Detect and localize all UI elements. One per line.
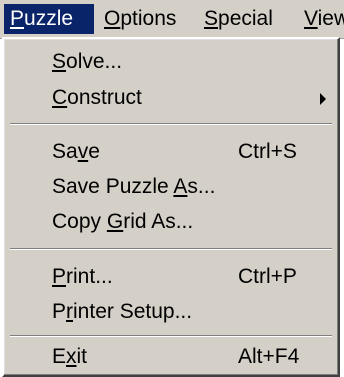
menu-item-shortcut: Ctrl+P bbox=[238, 265, 297, 288]
puzzle-dropdown-menu: Solve... Construct Save Ctrl+S Save Puzz… bbox=[2, 37, 340, 377]
menu-item-copy-grid-as[interactable]: Copy Grid As... bbox=[12, 205, 330, 239]
menu-special[interactable]: Special bbox=[198, 4, 294, 34]
menu-puzzle[interactable]: Puzzle bbox=[4, 4, 94, 34]
menu-item-construct[interactable]: Construct bbox=[12, 81, 330, 115]
menu-separator bbox=[10, 335, 332, 337]
menu-separator bbox=[10, 248, 332, 250]
menu-item-shortcut: Alt+F4 bbox=[238, 345, 300, 368]
menu-item-label: Print... bbox=[52, 265, 113, 288]
menu-item-label: Exit bbox=[52, 345, 88, 368]
menu-item-label: Construct bbox=[52, 86, 142, 109]
menu-item-label: Save bbox=[52, 140, 100, 163]
submenu-arrow-icon bbox=[320, 93, 326, 105]
menu-item-save[interactable]: Save Ctrl+S bbox=[12, 135, 330, 169]
menu-item-solve[interactable]: Solve... bbox=[12, 45, 330, 79]
menu-options[interactable]: Options bbox=[98, 4, 194, 34]
menu-item-label: Copy Grid As... bbox=[52, 210, 194, 233]
menu-item-shortcut: Ctrl+S bbox=[238, 140, 297, 163]
menu-item-exit[interactable]: Exit Alt+F4 bbox=[12, 340, 330, 374]
menu-item-printer-setup[interactable]: Printer Setup... bbox=[12, 295, 330, 329]
menu-view[interactable]: View bbox=[298, 4, 344, 34]
menu-item-label: Printer Setup... bbox=[52, 300, 193, 323]
menu-item-print[interactable]: Print... Ctrl+P bbox=[12, 260, 330, 294]
menu-item-label: Save Puzzle As... bbox=[52, 175, 216, 198]
menu-separator bbox=[10, 123, 332, 125]
menu-bar: Puzzle Options Special View bbox=[0, 0, 344, 39]
menu-item-label: Solve... bbox=[52, 50, 123, 73]
menu-item-save-puzzle-as[interactable]: Save Puzzle As... bbox=[12, 170, 330, 204]
